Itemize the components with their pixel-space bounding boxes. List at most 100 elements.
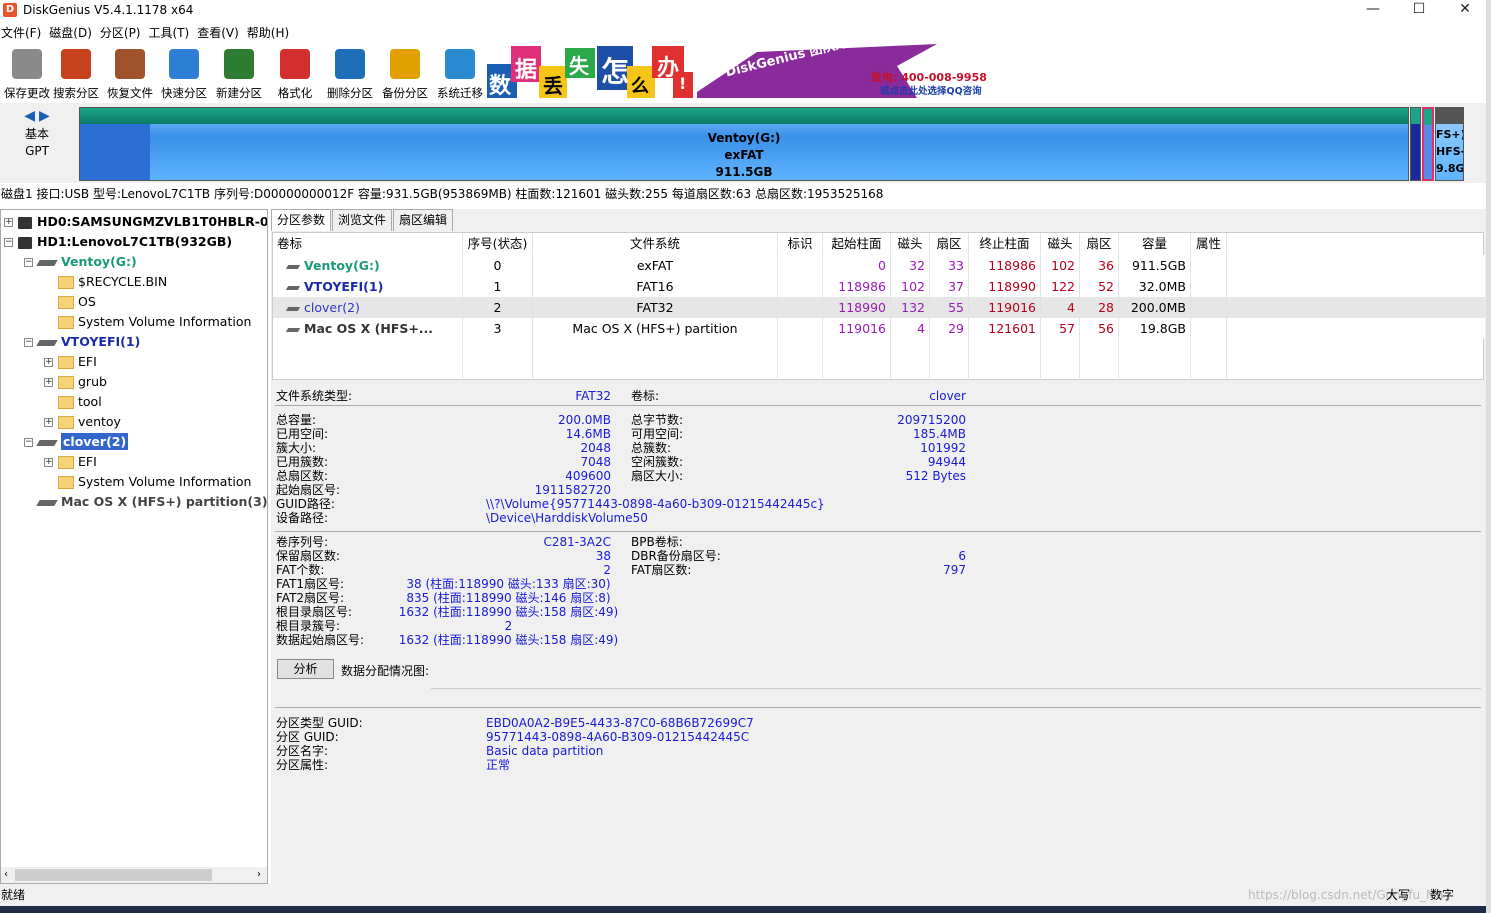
- close-button[interactable]: ✕: [1442, 0, 1488, 20]
- column-header[interactable]: 文件系统: [533, 233, 778, 254]
- next-disk-icon[interactable]: ▶: [39, 108, 50, 124]
- tree-item[interactable]: EFI: [58, 452, 97, 472]
- table-cell: 118986: [969, 255, 1041, 276]
- column-header[interactable]: 起始柱面: [823, 233, 891, 254]
- menu-disk[interactable]: 磁盘(D): [48, 24, 99, 41]
- partition-block-ventoy[interactable]: Ventoy(G:) exFAT 911.5GB: [79, 107, 1409, 181]
- collapse-icon[interactable]: −: [4, 238, 13, 247]
- menu-partition[interactable]: 分区(P): [99, 24, 148, 41]
- folder-icon: [58, 316, 74, 329]
- ad-banner[interactable]: 数 据 丢 失 怎 么 办 ! DiskGenius 团队为您服务 致电: 40…: [487, 44, 988, 98]
- expand-icon[interactable]: +: [44, 378, 53, 387]
- column-header[interactable]: 扇区: [1080, 233, 1119, 254]
- column-header[interactable]: 卷标: [273, 233, 463, 254]
- collapse-icon[interactable]: −: [24, 438, 33, 447]
- partition-block-clover[interactable]: [1422, 107, 1434, 181]
- toolbar-button-label: 新建分区: [216, 86, 262, 100]
- tree-horizontal-scrollbar[interactable]: ‹ ›: [1, 867, 267, 883]
- table-cell: 52: [1080, 276, 1119, 297]
- table-cell: 29: [930, 318, 969, 339]
- menu-help[interactable]: 帮助(H): [246, 24, 296, 41]
- column-header[interactable]: 容量: [1119, 233, 1191, 254]
- format-icon: [280, 49, 310, 79]
- table-cell-empty: [969, 339, 1041, 360]
- column-header[interactable]: 标识: [778, 233, 823, 254]
- toolbar-button-8[interactable]: 系统迁移: [433, 46, 487, 100]
- toolbar-button-2[interactable]: 恢复文件: [103, 46, 157, 100]
- tree-item[interactable]: $RECYCLE.BIN: [58, 272, 167, 292]
- partition-block-hfs[interactable]: FS+) HFS- 9.8G: [1435, 107, 1464, 181]
- tree-item[interactable]: HD1:LenovoL7C1TB(932GB): [18, 232, 232, 252]
- table-cell-empty: [823, 339, 891, 360]
- tree-item[interactable]: System Volume Information: [58, 472, 251, 492]
- detail-text: EBD0A0A2-B9E5-4433-87C0-68B6B72699C7: [486, 716, 754, 730]
- tree-item[interactable]: VTOYEFI(1): [36, 332, 140, 352]
- disk-nav-arrows[interactable]: ◀ ▶: [8, 108, 66, 126]
- detail-text: 409600: [565, 469, 611, 483]
- column-header[interactable]: 属性: [1191, 233, 1227, 254]
- partition-block-size: 911.5GB: [715, 165, 773, 179]
- table-cell-empty: [823, 360, 891, 381]
- collapse-icon[interactable]: −: [24, 338, 33, 347]
- toolbar-button-label: 快速分区: [161, 86, 207, 100]
- toolbar-button-1[interactable]: 搜索分区: [49, 46, 103, 100]
- column-header[interactable]: 扇区: [930, 233, 969, 254]
- small-partition-fs: HFS-: [1436, 145, 1464, 158]
- scroll-left-icon[interactable]: ‹: [4, 867, 8, 883]
- tree-item[interactable]: OS: [58, 292, 96, 312]
- table-cell: Ventoy(G:): [273, 255, 463, 276]
- column-header[interactable]: 终止柱面: [969, 233, 1041, 254]
- tree-item[interactable]: HD0:SAMSUNGMZVLB1T0HBLR-000L: [18, 212, 267, 232]
- tree-item[interactable]: Mac OS X (HFS+) partition(3): [36, 492, 267, 512]
- disk-type-label: 基本: [24, 127, 49, 141]
- tree-item[interactable]: ventoy: [58, 412, 121, 432]
- tab-partition-params[interactable]: 分区参数: [271, 209, 332, 231]
- tree-item[interactable]: System Volume Information: [58, 312, 251, 332]
- toolbar-button-6[interactable]: 删除分区: [323, 46, 377, 100]
- toolbar-button-4[interactable]: 新建分区: [212, 46, 266, 100]
- tree-item[interactable]: grub: [58, 372, 107, 392]
- menu-view[interactable]: 查看(V): [196, 24, 246, 41]
- toolbar-button-3[interactable]: 快速分区: [157, 46, 211, 100]
- analyze-button[interactable]: 分析: [277, 659, 334, 679]
- expand-icon[interactable]: +: [44, 418, 53, 427]
- minimize-button[interactable]: —: [1350, 0, 1396, 20]
- table-row[interactable]: Ventoy(G:) 0 exFAT 0 32 33 118986 102 36 911.5GB: [273, 255, 1485, 276]
- table-row[interactable]: clover(2) 2 FAT32 118990 132 55 119016 4 28 200.0…: [273, 297, 1485, 318]
- detail-text: 1911582720: [534, 483, 611, 497]
- table-row[interactable]: Mac OS X (HFS+... 3 Mac OS X (HFS+) partit…: [273, 318, 1485, 339]
- prev-disk-icon[interactable]: ◀: [24, 108, 35, 124]
- detail-text: 101992: [920, 441, 966, 455]
- maximize-button[interactable]: ☐: [1396, 0, 1442, 20]
- detail-text: 分区名字:: [276, 744, 329, 758]
- column-header[interactable]: 磁头: [891, 233, 930, 254]
- menu-tools[interactable]: 工具(T): [148, 24, 197, 41]
- detail-text: 512 Bytes: [905, 469, 966, 483]
- scroll-right-icon[interactable]: ›: [257, 867, 261, 883]
- toolbar-button-5[interactable]: 格式化: [268, 46, 322, 100]
- tree-item[interactable]: EFI: [58, 352, 97, 372]
- table-row[interactable]: VTOYEFI(1) 1 FAT16 118986 102 37 118990 122 52 32…: [273, 276, 1485, 297]
- expand-icon[interactable]: +: [44, 458, 53, 467]
- menu-file[interactable]: 文件(F): [0, 24, 48, 41]
- column-header[interactable]: 序号(状态): [463, 233, 533, 254]
- expand-icon[interactable]: +: [4, 218, 13, 227]
- tree-item-label: OS: [78, 294, 96, 309]
- tab-sector-edit[interactable]: 扇区编辑: [393, 209, 454, 231]
- partition-icon: [285, 327, 301, 332]
- table-cell-empty: [273, 339, 463, 360]
- scroll-thumb[interactable]: [15, 869, 212, 881]
- tree-item[interactable]: Ventoy(G:): [36, 252, 137, 272]
- toolbar-button-0[interactable]: 保存更改: [0, 46, 54, 100]
- partition-block-vtoyefi[interactable]: [1410, 107, 1421, 181]
- table-cell: 4: [1041, 297, 1080, 318]
- expand-icon[interactable]: +: [44, 358, 53, 367]
- tree-item[interactable]: tool: [58, 392, 102, 412]
- table-cell: 33: [930, 255, 969, 276]
- collapse-icon[interactable]: −: [24, 258, 33, 267]
- tab-browse-files[interactable]: 浏览文件: [332, 209, 393, 231]
- column-header[interactable]: 磁头: [1041, 233, 1080, 254]
- tree-item[interactable]: clover(2): [36, 432, 129, 452]
- toolbar-button-7[interactable]: 备份分区: [378, 46, 432, 100]
- partition-icon: [36, 339, 58, 346]
